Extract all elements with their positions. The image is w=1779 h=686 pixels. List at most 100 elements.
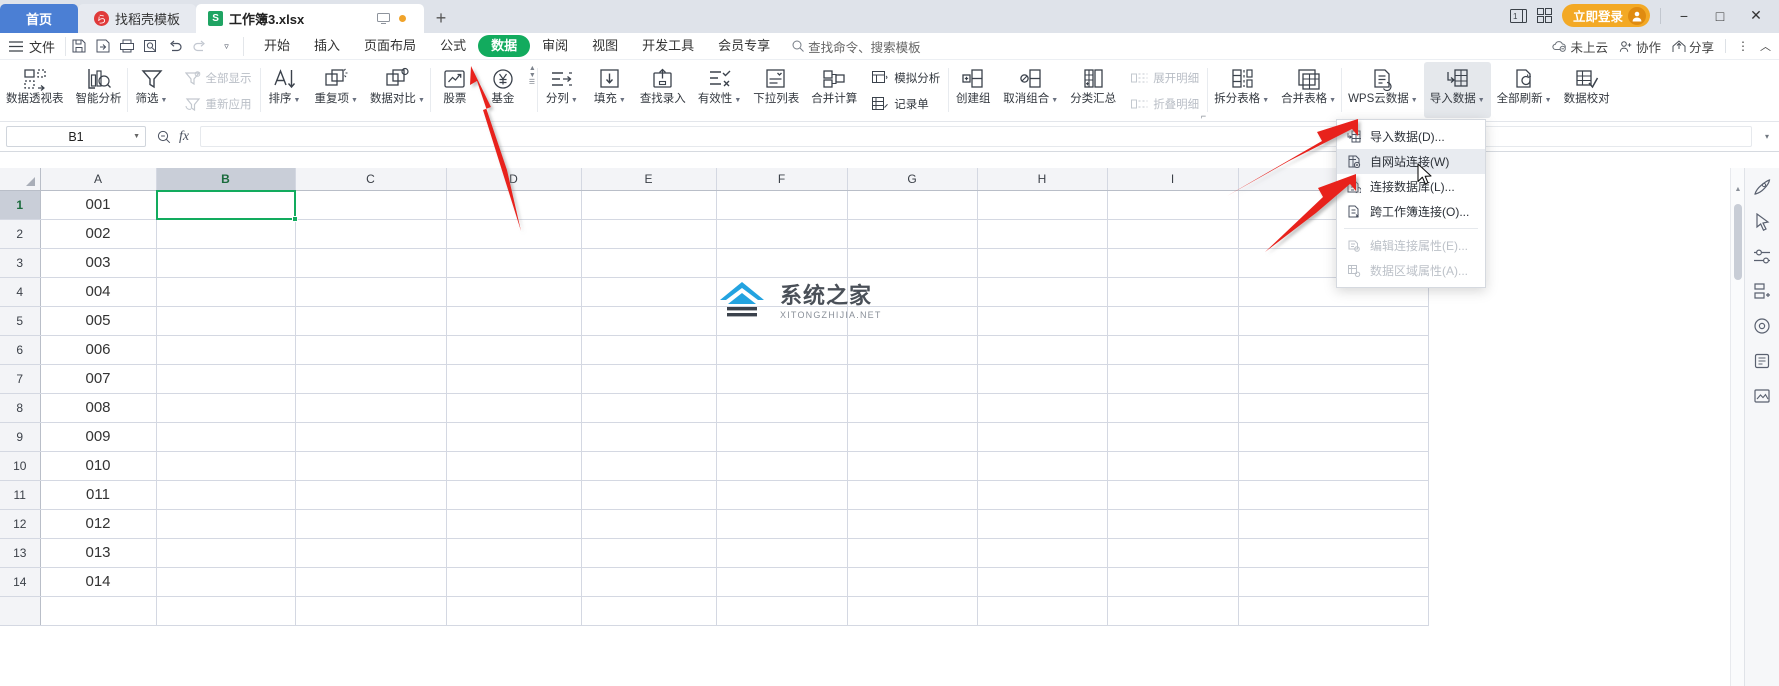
cell-e12[interactable] <box>581 509 717 539</box>
cell-d2[interactable] <box>446 219 582 249</box>
close-button[interactable]: ✕ <box>1743 7 1769 24</box>
cell-b4[interactable] <box>156 277 296 307</box>
cell-i4[interactable] <box>1107 277 1239 307</box>
minimize-button[interactable]: − <box>1671 8 1697 24</box>
cell-h14[interactable] <box>977 567 1108 597</box>
cell-g12[interactable] <box>847 509 978 539</box>
cell-i5[interactable] <box>1107 306 1239 336</box>
tab-workbook3[interactable]: S 工作簿3.xlsx <box>196 4 425 33</box>
tab-view[interactable]: 视图 <box>580 35 630 57</box>
cell-e5[interactable] <box>581 306 717 336</box>
cell-c1[interactable] <box>295 190 447 220</box>
cell-g4[interactable] <box>847 277 978 307</box>
cell-e8[interactable] <box>581 393 717 423</box>
cell-h5[interactable] <box>977 306 1108 336</box>
spinner-menu-icon[interactable]: ☰ <box>529 79 536 86</box>
cloud-status-button[interactable]: 未上云 <box>1552 37 1608 56</box>
collapse-ribbon-icon[interactable]: ︿ <box>1760 38 1771 54</box>
table-tool-icon[interactable] <box>1753 282 1771 300</box>
tab-home[interactable]: 首页 <box>0 4 79 33</box>
cell-f11[interactable] <box>716 480 848 510</box>
row-header-15[interactable] <box>0 596 41 626</box>
cell-h13[interactable] <box>977 538 1108 568</box>
rocket-icon[interactable] <box>1753 178 1771 196</box>
cell-c2[interactable] <box>295 219 447 249</box>
cell-a3[interactable]: 003 <box>40 248 157 278</box>
cell-i12[interactable] <box>1107 509 1239 539</box>
cell-e6[interactable] <box>581 335 717 365</box>
cell-e10[interactable] <box>581 451 717 481</box>
cell-d12[interactable] <box>446 509 582 539</box>
print-preview-icon[interactable] <box>144 39 165 53</box>
cell-e3[interactable] <box>581 248 717 278</box>
cell-f15[interactable] <box>716 596 848 626</box>
ribbon-button-subtotal[interactable]: 分类汇总 <box>1064 62 1122 118</box>
cell-b12[interactable] <box>156 509 296 539</box>
ribbon-button-split-table[interactable]: 拆分表格 ▼ <box>1208 62 1275 118</box>
maximize-button[interactable]: □ <box>1707 8 1733 24</box>
cell-a2[interactable]: 002 <box>40 219 157 249</box>
select-all-corner[interactable] <box>0 168 41 191</box>
ribbon-button-record-form[interactable]: 记录单 <box>867 92 945 115</box>
cell-g15[interactable] <box>847 596 978 626</box>
cell-e14[interactable] <box>581 567 717 597</box>
ribbon-button-stock[interactable]: 股票 <box>431 62 479 118</box>
cell-h10[interactable] <box>977 451 1108 481</box>
cell-a13[interactable]: 013 <box>40 538 157 568</box>
ribbon-button-consolidate[interactable]: 合并计算 <box>805 62 863 118</box>
cell-h11[interactable] <box>977 480 1108 510</box>
cell-c5[interactable] <box>295 306 447 336</box>
ribbon-button-fund[interactable]: 基金 <box>479 62 527 118</box>
cell-g5[interactable] <box>847 306 978 336</box>
cell-h15[interactable] <box>977 596 1108 626</box>
cell-i15[interactable] <box>1107 596 1239 626</box>
cell-f12[interactable] <box>716 509 848 539</box>
cell-i9[interactable] <box>1107 422 1239 452</box>
cell-b9[interactable] <box>156 422 296 452</box>
scroll-thumb[interactable] <box>1734 204 1742 280</box>
tab-review[interactable]: 审阅 <box>530 35 580 57</box>
cell-h6[interactable] <box>977 335 1108 365</box>
cell-d10[interactable] <box>446 451 582 481</box>
cell-b3[interactable] <box>156 248 296 278</box>
cell-g2[interactable] <box>847 219 978 249</box>
cell-f8[interactable] <box>716 393 848 423</box>
group-expander-icon[interactable]: ⌐ <box>1201 111 1206 121</box>
tab-page-layout[interactable]: 页面布局 <box>352 35 428 57</box>
cell-c4[interactable] <box>295 277 447 307</box>
cell-j7[interactable] <box>1238 364 1429 394</box>
ribbon-button-wps-cloud-data[interactable]: WPS云数据 ▼ <box>1342 62 1424 118</box>
cell-g6[interactable] <box>847 335 978 365</box>
cell-d11[interactable] <box>446 480 582 510</box>
cell-b5[interactable] <box>156 306 296 336</box>
cell-g13[interactable] <box>847 538 978 568</box>
single-page-view-icon[interactable]: 1 <box>1509 8 1527 23</box>
cell-i14[interactable] <box>1107 567 1239 597</box>
row-header-11[interactable]: 11 <box>0 480 41 510</box>
cell-e13[interactable] <box>581 538 717 568</box>
cell-b14[interactable] <box>156 567 296 597</box>
tab-formula[interactable]: 公式 <box>428 35 478 57</box>
cell-i1[interactable] <box>1107 190 1239 220</box>
row-header-3[interactable]: 3 <box>0 248 41 278</box>
column-header-g[interactable]: G <box>847 168 978 191</box>
cell-b10[interactable] <box>156 451 296 481</box>
row-header-2[interactable]: 2 <box>0 219 41 249</box>
row-header-9[interactable]: 9 <box>0 422 41 452</box>
cell-i13[interactable] <box>1107 538 1239 568</box>
ribbon-button-lookup-entry[interactable]: 查找录入 <box>634 62 692 118</box>
cell-j5[interactable] <box>1238 306 1429 336</box>
ribbon-button-pivot-table[interactable]: 数据透视表 <box>0 62 70 118</box>
cell-c14[interactable] <box>295 567 447 597</box>
tab-data[interactable]: 数据 <box>478 35 531 57</box>
column-header-b[interactable]: B <box>156 168 296 191</box>
cell-a8[interactable]: 008 <box>40 393 157 423</box>
column-header-f[interactable]: F <box>716 168 848 191</box>
chevron-down-icon[interactable]: ▼ <box>133 133 140 140</box>
customize-caret-icon[interactable]: ▿ <box>216 41 237 52</box>
cell-d4[interactable] <box>446 277 582 307</box>
save-as-icon[interactable] <box>96 39 117 53</box>
cell-e2[interactable] <box>581 219 717 249</box>
cell-d5[interactable] <box>446 306 582 336</box>
row-header-12[interactable]: 12 <box>0 509 41 539</box>
